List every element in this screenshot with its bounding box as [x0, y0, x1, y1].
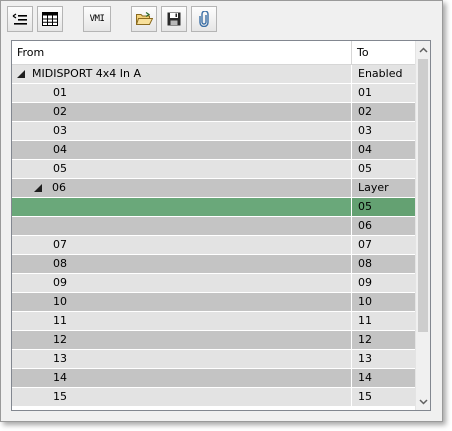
routing-window: VMI From To MIDISPORT 4x4 In A Enabled 0… [0, 0, 443, 422]
to-cell: 15 [351, 388, 415, 406]
to-cell: 01 [351, 84, 415, 102]
grid-table-button[interactable] [37, 6, 63, 32]
to-cell: 07 [351, 236, 415, 254]
to-cell: Enabled [351, 65, 415, 83]
save-floppy-icon [167, 12, 181, 26]
from-cell: 01 [12, 84, 351, 102]
from-cell: 07 [12, 236, 351, 254]
attach-button[interactable] [191, 6, 217, 32]
save-button[interactable] [161, 6, 187, 32]
to-cell: 10 [351, 293, 415, 311]
to-cell: 12 [351, 331, 415, 349]
from-label: 04 [53, 143, 67, 156]
routing-table: From To MIDISPORT 4x4 In A Enabled 01 01 02 0… [11, 40, 431, 411]
toolbar: VMI [7, 6, 427, 32]
table-row[interactable]: 03 03 [12, 122, 415, 141]
chevron-down-icon [419, 395, 428, 408]
to-cell: 05 [351, 198, 415, 216]
table-row[interactable]: 02 02 [12, 103, 415, 122]
table-row[interactable]: 10 10 [12, 293, 415, 312]
from-label: 12 [53, 333, 67, 346]
from-cell: 08 [12, 255, 351, 273]
from-label: 14 [53, 371, 67, 384]
scroll-up-button[interactable] [416, 41, 430, 58]
open-button[interactable] [131, 6, 157, 32]
to-cell: 14 [351, 369, 415, 387]
from-label: 03 [53, 124, 67, 137]
from-cell: 06 [12, 179, 351, 197]
from-cell: 09 [12, 274, 351, 292]
from-cell: 02 [12, 103, 351, 121]
from-label: 11 [53, 314, 67, 327]
from-cell: 14 [12, 369, 351, 387]
from-cell [12, 217, 351, 235]
from-cell: MIDISPORT 4x4 In A [12, 65, 351, 83]
from-cell: 12 [12, 331, 351, 349]
to-cell: 02 [351, 103, 415, 121]
vertical-scrollbar[interactable] [415, 41, 430, 410]
to-cell: 05 [351, 160, 415, 178]
grid-table-icon [42, 12, 58, 26]
paperclip-icon [198, 11, 210, 27]
from-label: 10 [53, 295, 67, 308]
indent-list-icon [12, 13, 28, 25]
table-row[interactable]: MIDISPORT 4x4 In A Enabled [12, 65, 415, 84]
from-cell: 11 [12, 312, 351, 330]
from-cell: 04 [12, 141, 351, 159]
from-label: 09 [53, 276, 67, 289]
scroll-down-button[interactable] [416, 393, 430, 410]
from-cell: 03 [12, 122, 351, 140]
from-label: 15 [53, 390, 67, 403]
to-cell: 03 [351, 122, 415, 140]
vmi-icon: VMI [89, 14, 105, 24]
from-cell [12, 198, 351, 216]
indent-list-button[interactable] [7, 6, 33, 32]
table-row[interactable]: 05 05 [12, 160, 415, 179]
table-row[interactable]: 06 Layer [12, 179, 415, 198]
expand-triangle-icon[interactable] [17, 70, 25, 78]
table-row[interactable]: 04 04 [12, 141, 415, 160]
from-label: 06 [52, 181, 66, 194]
from-cell: 10 [12, 293, 351, 311]
from-cell: 05 [12, 160, 351, 178]
column-header-from[interactable]: From [12, 41, 352, 64]
table-row[interactable]: 07 07 [12, 236, 415, 255]
table-row[interactable]: 01 01 [12, 84, 415, 103]
from-label: 08 [53, 257, 67, 270]
table-row[interactable]: 11 11 [12, 312, 415, 331]
table-body: MIDISPORT 4x4 In A Enabled 01 01 02 02 03 03 04 0… [12, 65, 415, 407]
to-cell: 09 [351, 274, 415, 292]
column-header-to[interactable]: To [352, 41, 415, 64]
to-cell: Layer [351, 179, 415, 197]
from-label: 07 [53, 238, 67, 251]
chevron-up-icon [419, 43, 428, 56]
table-row[interactable]: 14 14 [12, 369, 415, 388]
from-label: 05 [53, 162, 67, 175]
scrollbar-thumb[interactable] [418, 59, 428, 332]
expand-triangle-icon[interactable] [34, 184, 42, 192]
vmi-button[interactable]: VMI [83, 6, 111, 32]
open-folder-icon [135, 12, 153, 26]
to-cell: 08 [351, 255, 415, 273]
table-row[interactable]: 13 13 [12, 350, 415, 369]
from-cell: 13 [12, 350, 351, 368]
to-cell: 06 [351, 217, 415, 235]
table-row[interactable]: 15 15 [12, 388, 415, 407]
table-row[interactable]: 05 [12, 198, 415, 217]
table-row[interactable]: 09 09 [12, 274, 415, 293]
from-cell: 15 [12, 388, 351, 406]
from-label: 01 [53, 86, 67, 99]
to-cell: 04 [351, 141, 415, 159]
from-label: 02 [53, 105, 67, 118]
from-label: 13 [53, 352, 67, 365]
table-row[interactable]: 12 12 [12, 331, 415, 350]
table-row[interactable]: 08 08 [12, 255, 415, 274]
table-header: From To [12, 41, 415, 65]
from-label: MIDISPORT 4x4 In A [32, 67, 142, 80]
to-cell: 13 [351, 350, 415, 368]
to-cell: 11 [351, 312, 415, 330]
table-row[interactable]: 06 [12, 217, 415, 236]
